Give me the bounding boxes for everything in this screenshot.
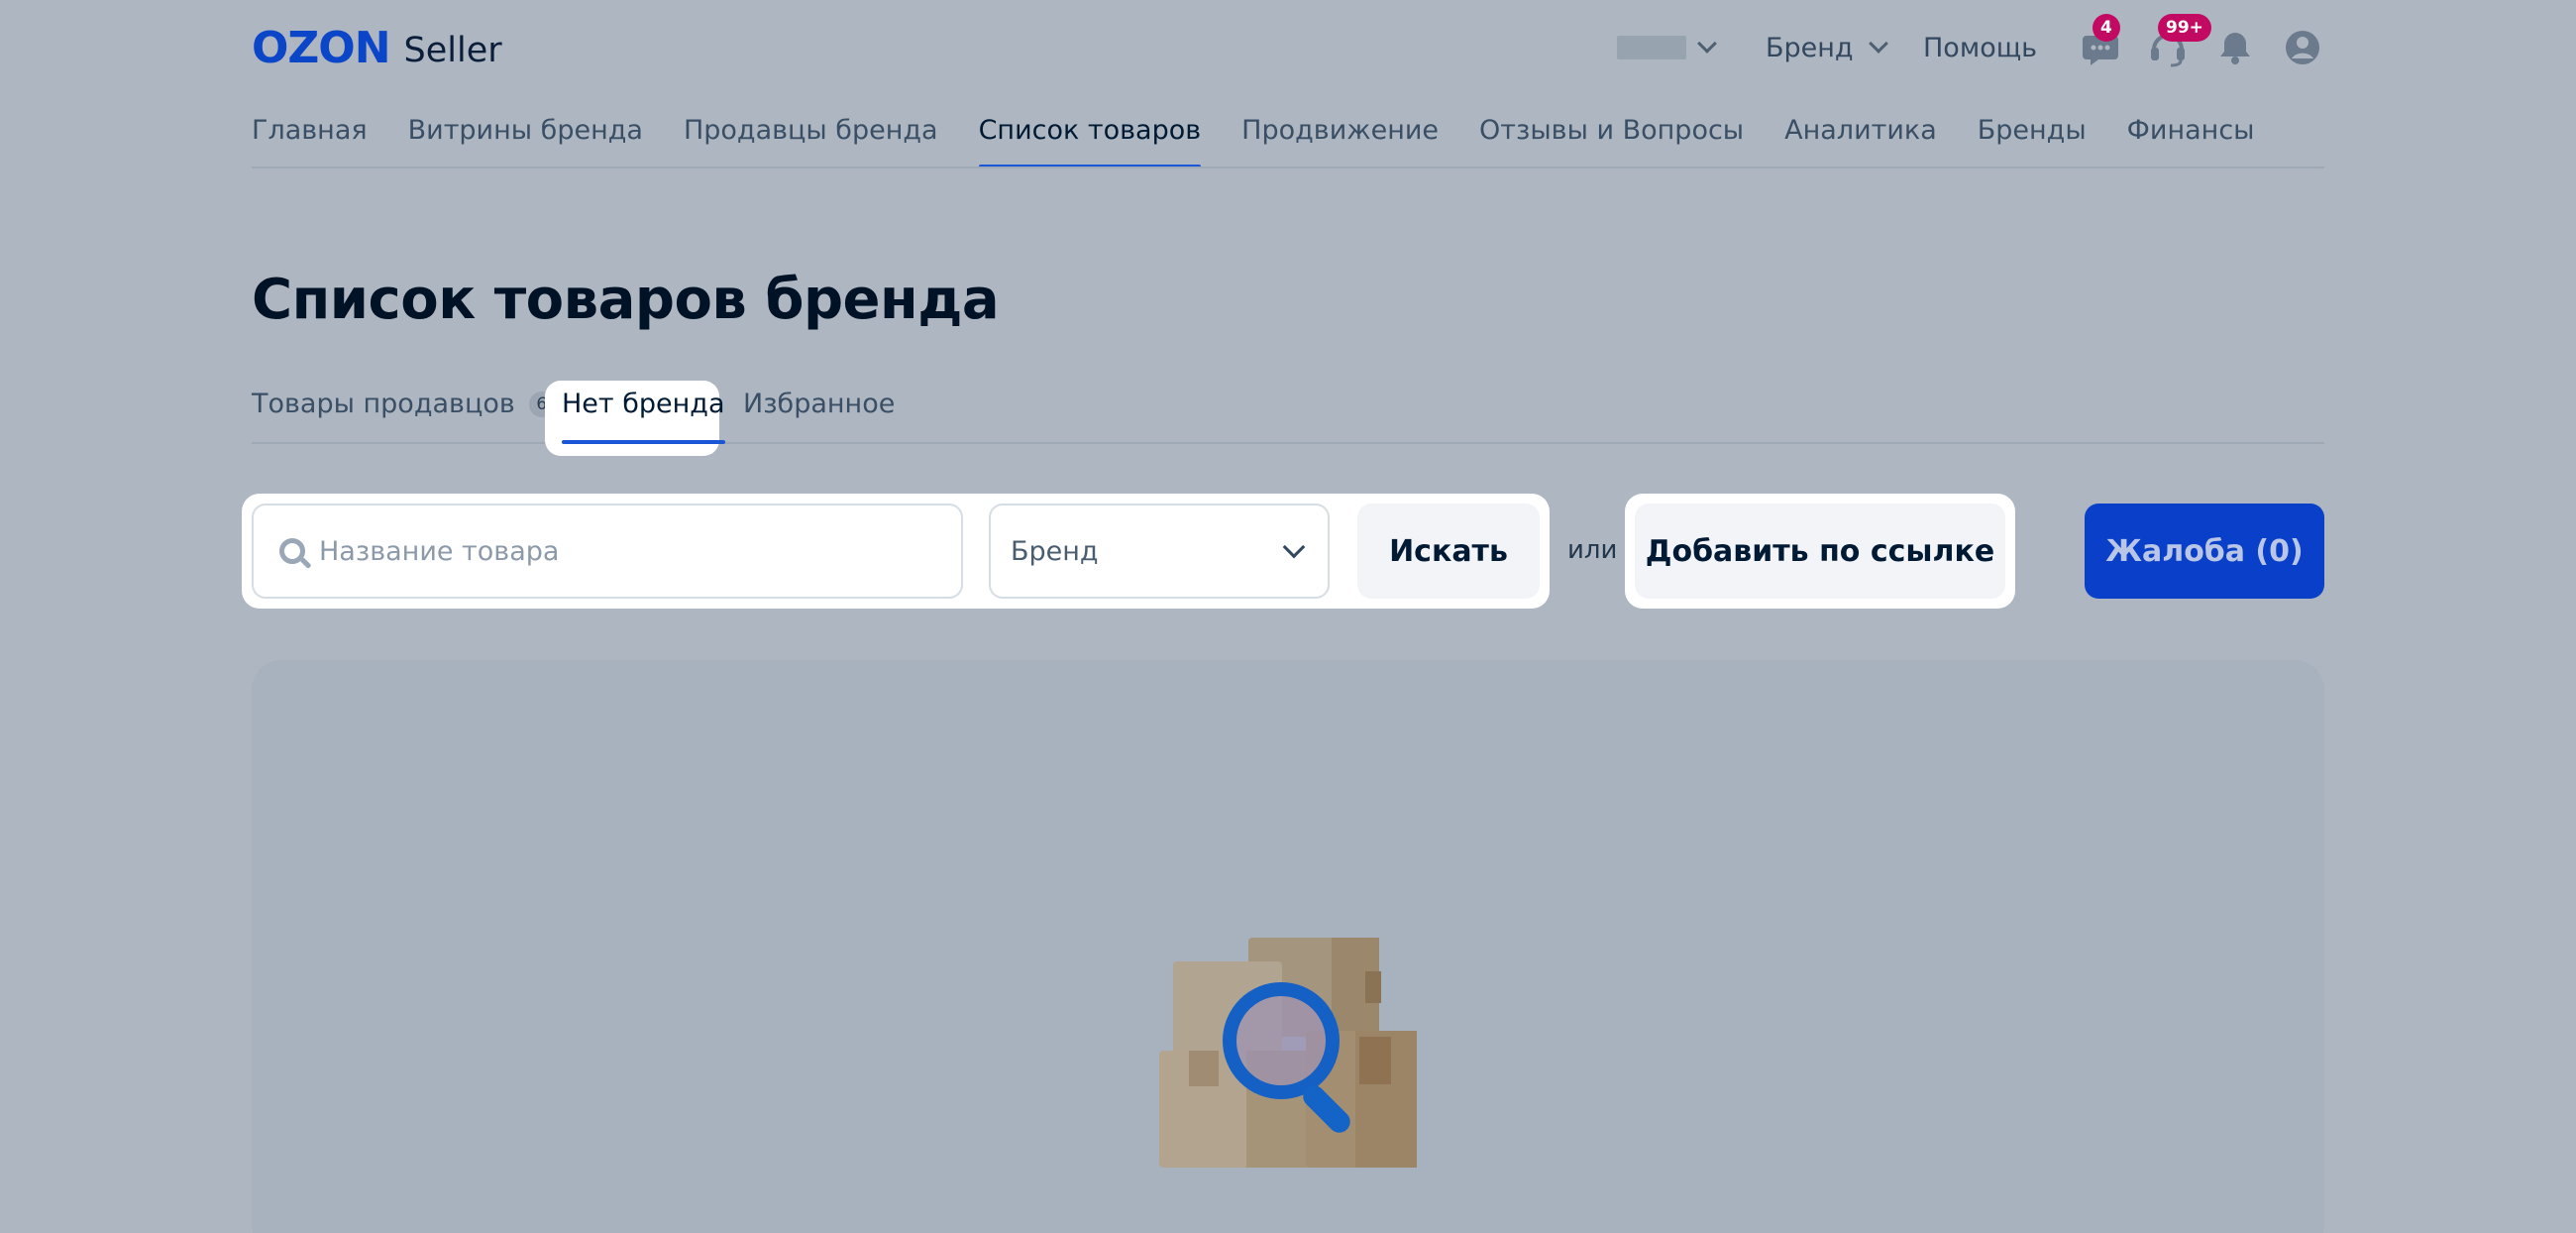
support-button[interactable]: 99+: [2148, 14, 2211, 67]
nav-item-home[interactable]: Главная: [252, 111, 368, 168]
nav-item-reviews-questions[interactable]: Отзывы и Вопросы: [1479, 111, 1744, 168]
nav-item-product-list[interactable]: Список товаров: [978, 111, 1201, 168]
page-title: Список товаров бренда: [252, 268, 1000, 332]
product-name-input[interactable]: [319, 535, 933, 567]
chat-button[interactable]: 4: [2081, 14, 2120, 67]
chat-badge: 4: [2093, 14, 2120, 42]
brand-dropdown[interactable]: Бренд: [1766, 28, 1888, 67]
chevron-down-icon: [1868, 34, 1888, 54]
help-link[interactable]: Помощь: [1923, 28, 2037, 67]
nav-item-finance[interactable]: Финансы: [2127, 111, 2255, 168]
tab-favorites[interactable]: Избранное: [743, 389, 895, 419]
tab-seller-products-label: Товары продавцов: [252, 389, 515, 419]
tab-seller-products[interactable]: Товары продавцов 6: [252, 389, 555, 419]
logo-ozon-text: OZON: [252, 23, 391, 73]
nav-item-analytics[interactable]: Аналитика: [1784, 111, 1937, 168]
brand-select[interactable]: Бренд: [989, 504, 1330, 599]
product-search-field[interactable]: [252, 504, 963, 599]
main-nav: Главная Витрины бренда Продавцы бренда С…: [252, 111, 2295, 168]
search-button[interactable]: Искать: [1357, 504, 1540, 599]
profile-button[interactable]: [2283, 28, 2322, 67]
empty-boxes-illustration: [1157, 932, 1419, 1170]
tab-no-brand[interactable]: Нет бренда: [562, 389, 725, 444]
brand-select-value: Бренд: [1011, 535, 1099, 567]
user-icon: [2286, 31, 2319, 64]
chevron-down-icon: [1282, 535, 1306, 559]
nav-divider: [252, 167, 2324, 168]
bell-icon: [2220, 33, 2250, 64]
help-label: Помощь: [1923, 32, 2038, 63]
chevron-down-icon: [1697, 34, 1717, 54]
support-badge: 99+: [2158, 14, 2211, 42]
or-separator: или: [1567, 535, 1618, 565]
account-name-redacted: [1617, 36, 1686, 59]
search-icon: [279, 538, 305, 564]
ozon-seller-logo[interactable]: OZON Seller: [252, 24, 502, 73]
nav-item-promotion[interactable]: Продвижение: [1241, 111, 1439, 168]
nav-item-brand-sellers[interactable]: Продавцы бренда: [684, 111, 938, 168]
add-by-link-button[interactable]: Добавить по ссылке: [1635, 504, 2005, 599]
notifications-button[interactable]: [2215, 28, 2255, 67]
boxes-search-icon: [1159, 938, 1417, 1168]
logo-seller-text: Seller: [403, 31, 502, 70]
brand-dropdown-label: Бренд: [1766, 32, 1854, 63]
account-switcher[interactable]: [1617, 28, 1717, 67]
complaint-button[interactable]: Жалоба (0): [2085, 504, 2324, 599]
nav-item-brands[interactable]: Бренды: [1978, 111, 2087, 168]
nav-item-brand-showcases[interactable]: Витрины бренда: [408, 111, 643, 168]
